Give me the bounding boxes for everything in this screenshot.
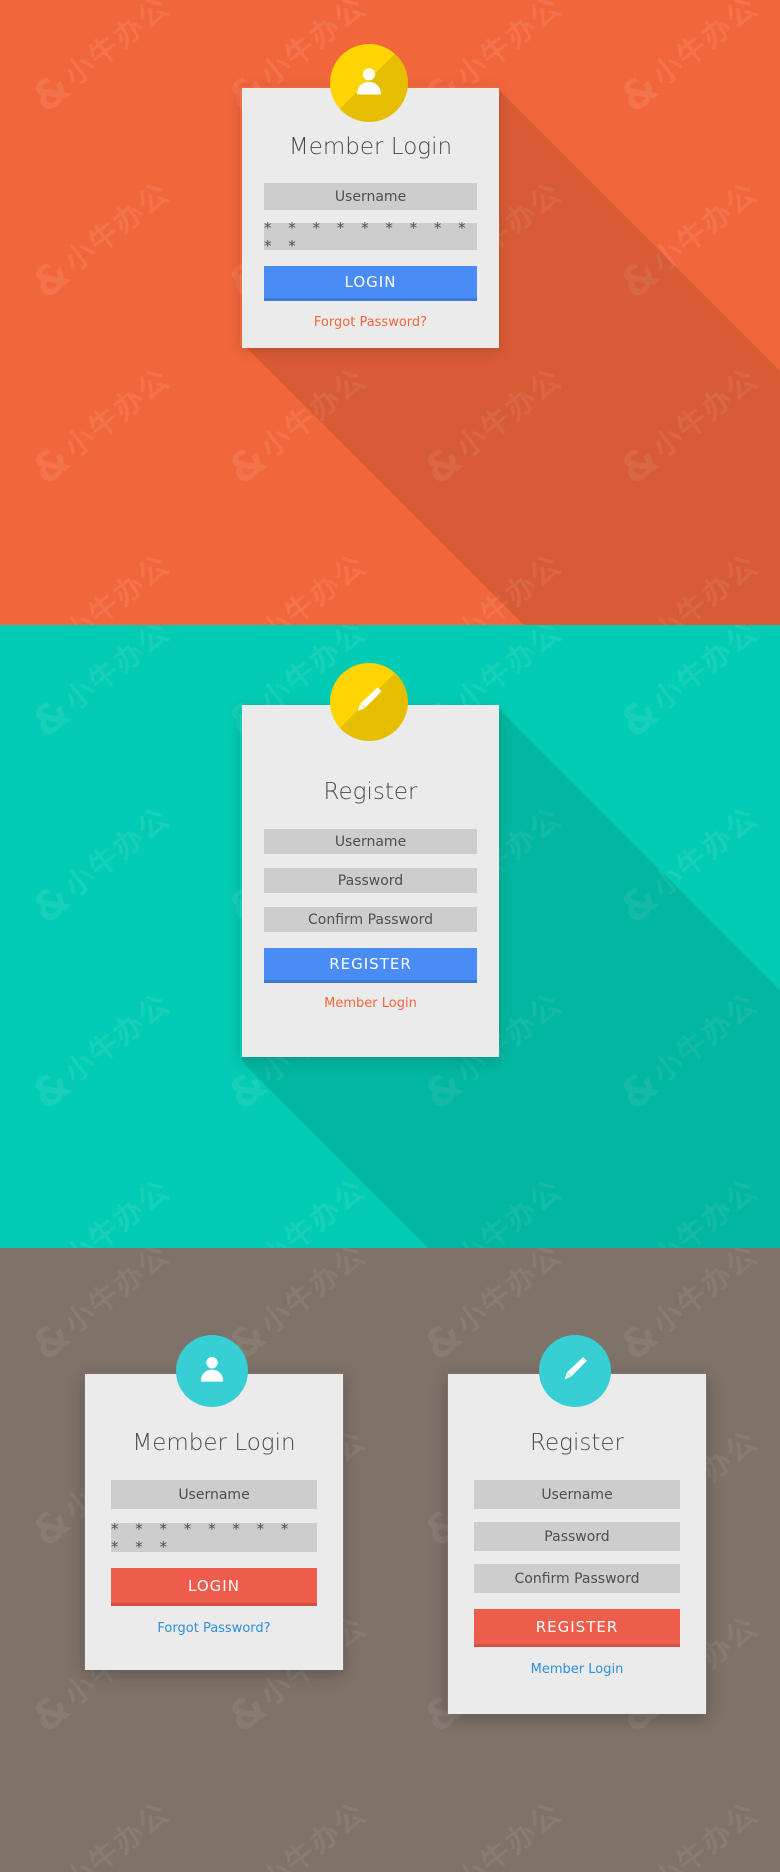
watermark-text: &小牛办公 [0, 993, 40, 1204]
watermark-text: &小牛办公 [0, 1616, 40, 1827]
register-button[interactable]: REGISTER [264, 948, 477, 980]
watermark-text: &小牛办公 [23, 986, 177, 1119]
watermark-text: &小牛办公 [222, 625, 433, 645]
watermark-text: &小牛办公 [23, 625, 177, 747]
watermark-text: &小牛办公 [23, 800, 177, 933]
login-button[interactable]: LOGIN [111, 1568, 317, 1603]
watermark-text: &小牛办公 [222, 0, 433, 20]
user-avatar-badge [330, 44, 408, 122]
password-input[interactable]: Password [264, 868, 477, 893]
login-card-2-title: Member Login [132, 1430, 296, 1456]
pencil-icon [558, 1352, 592, 1391]
watermark-text: &小牛办公 [418, 0, 629, 20]
watermark-text: &小牛办公 [23, 175, 177, 308]
watermark-text: &小牛办公 [23, 0, 177, 122]
brown-panel: &小牛办公&小牛办公&小牛办公&小牛办公&小牛办公&小牛办公&小牛办公&小牛办公… [0, 1248, 780, 1872]
login-button[interactable]: LOGIN [264, 266, 477, 298]
watermark-text: &小牛办公 [0, 554, 40, 625]
watermark-text: &小牛办公 [612, 1172, 765, 1248]
member-login-card: Member Login Username * * * * * * * * * … [242, 88, 499, 348]
watermark-text: &小牛办公 [26, 0, 237, 20]
login-card-title: Member Login [288, 134, 453, 160]
watermark-text: &小牛办公 [220, 547, 373, 625]
teal-panel: &小牛办公&小牛办公&小牛办公&小牛办公&小牛办公&小牛办公&小牛办公&小牛办公… [0, 625, 780, 1248]
register-card-2-title: Register [530, 1430, 624, 1456]
watermark-text: &小牛办公 [614, 0, 780, 20]
watermark-text: &小牛办公 [611, 175, 765, 308]
register-card-2: Register Username Password Confirm Passw… [448, 1374, 706, 1714]
forgot-password-link[interactable]: Forgot Password? [264, 315, 477, 330]
watermark-text: &小牛办公 [0, 625, 40, 831]
watermark-text: &小牛办公 [0, 1248, 40, 1454]
watermark-text: &小牛办公 [222, 1248, 433, 1268]
user-avatar-badge-2 [176, 1335, 248, 1407]
watermark-text: &小牛办公 [24, 1795, 177, 1872]
username-input[interactable]: Username [264, 829, 477, 854]
username-input[interactable]: Username [111, 1480, 317, 1509]
member-login-link[interactable]: Member Login [474, 1662, 680, 1677]
watermark-text: &小牛办公 [415, 361, 569, 494]
watermark-text: &小牛办公 [611, 625, 765, 747]
watermark-text: &小牛办公 [220, 1795, 373, 1872]
watermark-text: &小牛办公 [611, 361, 765, 494]
watermark-text: &小牛办公 [611, 800, 765, 933]
watermark-text: &小牛办公 [611, 986, 765, 1119]
username-input[interactable]: Username [474, 1480, 680, 1509]
watermark-text: &小牛办公 [0, 1802, 40, 1872]
forgot-password-link[interactable]: Forgot Password? [111, 1621, 317, 1636]
pencil-icon [351, 682, 387, 723]
user-icon [196, 1353, 228, 1390]
watermark-text: &小牛办公 [0, 0, 40, 206]
member-login-card-2: Member Login Username * * * * * * * * * … [85, 1374, 343, 1670]
confirm-password-input[interactable]: Confirm Password [474, 1564, 680, 1593]
member-login-link[interactable]: Member Login [264, 996, 477, 1011]
orange-panel: &小牛办公&小牛办公&小牛办公&小牛办公&小牛办公&小牛办公&小牛办公&小牛办公… [0, 0, 780, 625]
watermark-text: &小牛办公 [611, 0, 765, 122]
watermark-text: &小牛办公 [24, 1172, 177, 1248]
watermark-text: &小牛办公 [612, 1795, 765, 1872]
watermark-text: &小牛办公 [614, 1248, 780, 1268]
password-input[interactable]: * * * * * * * * * * * [111, 1520, 317, 1556]
watermark-text: &小牛办公 [26, 1248, 237, 1268]
register-pencil-badge [330, 663, 408, 741]
watermark-text: &小牛办公 [0, 182, 40, 393]
watermark-text: &小牛办公 [418, 1248, 629, 1268]
register-card-title: Register [323, 779, 418, 805]
register-pencil-badge-2 [539, 1335, 611, 1407]
watermark-text: &小牛办公 [614, 625, 780, 645]
register-button[interactable]: REGISTER [474, 1609, 680, 1644]
watermark-text: &小牛办公 [0, 0, 40, 20]
watermark-text: &小牛办公 [23, 361, 177, 494]
watermark-text: &小牛办公 [416, 1172, 569, 1248]
watermark-text: &小牛办公 [26, 625, 237, 645]
password-input[interactable]: Password [474, 1522, 680, 1551]
password-input[interactable]: * * * * * * * * * * * [264, 219, 477, 255]
watermark-text: &小牛办公 [220, 1172, 373, 1248]
watermark-text: &小牛办公 [0, 1248, 40, 1268]
watermark-text: &小牛办公 [612, 547, 765, 625]
watermark-text: &小牛办公 [0, 807, 40, 1018]
watermark-text: &小牛办公 [0, 1179, 40, 1248]
user-icon [352, 64, 386, 103]
register-card: Register Username Password Confirm Passw… [242, 705, 499, 1057]
username-input[interactable]: Username [264, 183, 477, 210]
watermark-text: &小牛办公 [418, 625, 629, 645]
watermark-text: &小牛办公 [0, 368, 40, 579]
watermark-text: &小牛办公 [416, 1795, 569, 1872]
watermark-text: &小牛办公 [24, 547, 177, 625]
watermark-text: &小牛办公 [0, 625, 40, 645]
watermark-text: &小牛办公 [219, 361, 373, 494]
watermark-text: &小牛办公 [416, 547, 569, 625]
watermark-text: &小牛办公 [0, 1430, 40, 1641]
confirm-password-input[interactable]: Confirm Password [264, 907, 477, 932]
